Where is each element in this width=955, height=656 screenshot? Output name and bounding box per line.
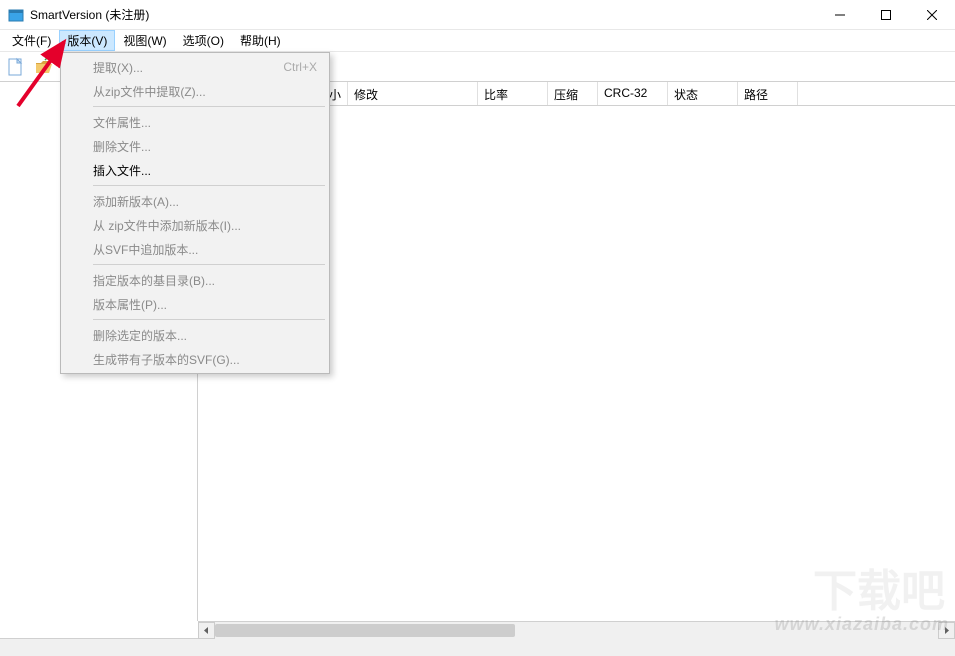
col-packed[interactable]: 压缩	[548, 82, 598, 105]
menu-separator	[93, 264, 325, 265]
menu-delete-file[interactable]: 删除文件...	[63, 134, 327, 158]
minimize-button[interactable]	[817, 0, 863, 29]
menu-base-dir[interactable]: 指定版本的基目录(B)...	[63, 268, 327, 292]
window-controls	[817, 0, 955, 29]
menu-extract[interactable]: 提取(X)... Ctrl+X	[63, 55, 327, 79]
menu-item-shortcut: Ctrl+X	[283, 60, 317, 74]
menu-item-label: 生成带有子版本的SVF(G)...	[93, 351, 240, 368]
menu-extract-zip[interactable]: 从zip文件中提取(Z)...	[63, 79, 327, 103]
menu-options[interactable]: 选项(O)	[175, 30, 232, 51]
open-folder-button[interactable]	[32, 55, 56, 79]
menu-separator	[93, 319, 325, 320]
menu-item-label: 插入文件...	[93, 162, 151, 179]
menu-separator	[93, 106, 325, 107]
menu-item-label: 添加新版本(A)...	[93, 193, 179, 210]
menu-view[interactable]: 视图(W)	[115, 30, 174, 51]
menu-help[interactable]: 帮助(H)	[232, 30, 289, 51]
menu-item-label: 从 zip文件中添加新版本(I)...	[93, 217, 241, 234]
scroll-left-button[interactable]	[198, 622, 215, 639]
menu-item-label: 文件属性...	[93, 114, 151, 131]
titlebar: SmartVersion (未注册)	[0, 0, 955, 30]
app-icon	[8, 7, 24, 23]
menu-item-label: 版本属性(P)...	[93, 296, 167, 313]
menu-item-label: 提取(X)...	[93, 59, 143, 76]
window-title: SmartVersion (未注册)	[30, 6, 817, 23]
menu-file[interactable]: 文件(F)	[4, 30, 59, 51]
horizontal-scrollbar[interactable]	[198, 621, 955, 638]
version-dropdown-menu: 提取(X)... Ctrl+X 从zip文件中提取(Z)... 文件属性... …	[60, 52, 330, 374]
menu-version[interactable]: 版本(V)	[59, 30, 115, 51]
col-crc32[interactable]: CRC-32	[598, 82, 668, 105]
maximize-button[interactable]	[863, 0, 909, 29]
scroll-right-button[interactable]	[938, 622, 955, 639]
col-status[interactable]: 状态	[668, 82, 738, 105]
menu-item-label: 删除文件...	[93, 138, 151, 155]
col-ratio[interactable]: 比率	[478, 82, 548, 105]
statusbar	[0, 638, 955, 656]
scroll-track[interactable]	[215, 622, 938, 639]
menubar: 文件(F) 版本(V) 视图(W) 选项(O) 帮助(H)	[0, 30, 955, 52]
new-file-button[interactable]	[4, 55, 28, 79]
menu-delete-version[interactable]: 删除选定的版本...	[63, 323, 327, 347]
menu-separator	[93, 185, 325, 186]
menu-generate-svf[interactable]: 生成带有子版本的SVF(G)...	[63, 347, 327, 371]
menu-file-props[interactable]: 文件属性...	[63, 110, 327, 134]
col-path[interactable]: 路径	[738, 82, 798, 105]
menu-item-label: 删除选定的版本...	[93, 327, 187, 344]
menu-item-label: 指定版本的基目录(B)...	[93, 272, 215, 289]
menu-version-props[interactable]: 版本属性(P)...	[63, 292, 327, 316]
col-modified[interactable]: 修改	[348, 82, 478, 105]
menu-append-svf[interactable]: 从SVF中追加版本...	[63, 237, 327, 261]
menu-item-label: 从zip文件中提取(Z)...	[93, 83, 206, 100]
menu-add-version[interactable]: 添加新版本(A)...	[63, 189, 327, 213]
menu-add-version-zip[interactable]: 从 zip文件中添加新版本(I)...	[63, 213, 327, 237]
menu-insert-file[interactable]: 插入文件...	[63, 158, 327, 182]
menu-item-label: 从SVF中追加版本...	[93, 241, 198, 258]
scroll-thumb[interactable]	[215, 624, 515, 637]
close-button[interactable]	[909, 0, 955, 29]
